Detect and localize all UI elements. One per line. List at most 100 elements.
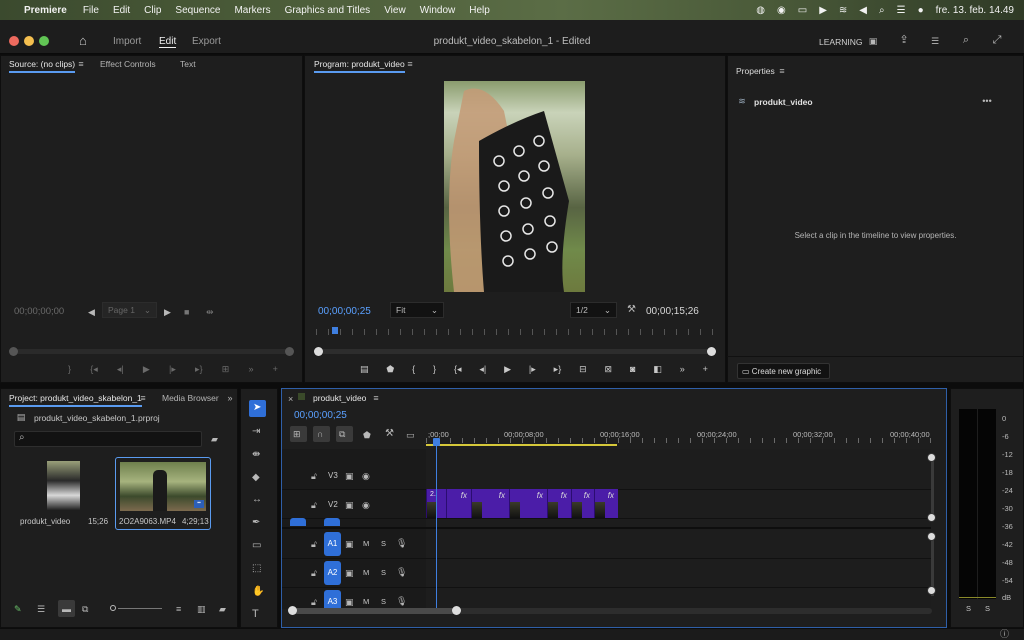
solo-right-button[interactable]: S	[985, 604, 990, 613]
zoom-select[interactable]: Fit ⌄	[390, 302, 444, 318]
track-target-a2[interactable]: A2	[324, 561, 341, 585]
spotlight-icon[interactable]: ⌕	[879, 5, 885, 16]
info-icon[interactable]: ⓘ	[1000, 629, 1009, 639]
tab-program[interactable]: Program: produkt_video	[314, 59, 405, 73]
camera-icon[interactable]: ◙	[630, 364, 635, 374]
mute-button[interactable]: M	[363, 597, 369, 606]
source-menu-icon[interactable]: ≡	[77, 59, 85, 69]
tab-project[interactable]: Project: produkt_video_skabelon_1	[9, 393, 142, 407]
freeform-view-icon[interactable]: ⧉	[82, 604, 88, 614]
mute-button[interactable]: M	[363, 568, 369, 577]
scroll-handle[interactable]	[927, 513, 936, 522]
menu-help[interactable]: Help	[469, 5, 490, 16]
project-search-input[interactable]	[14, 431, 202, 447]
program-menu-icon[interactable]: ≡	[406, 59, 414, 69]
project-thumb-mp4[interactable]: ▪▪	[120, 462, 206, 511]
source-scrub-start[interactable]	[9, 347, 18, 356]
source-patch-v1[interactable]	[290, 518, 306, 526]
solo-button[interactable]: S	[381, 568, 386, 577]
creative-cloud-icon[interactable]: ◍	[756, 5, 765, 16]
mark-out-icon[interactable]: }	[433, 364, 436, 374]
list-view-icon[interactable]: ☰	[37, 604, 45, 614]
timeline-clip[interactable]: fx	[594, 489, 618, 518]
new-folder-icon[interactable]: ▰	[219, 604, 226, 614]
work-area-bar[interactable]	[426, 444, 617, 446]
insert-icon[interactable]: ⊞	[222, 364, 230, 374]
volume-icon[interactable]: ◀	[859, 5, 867, 16]
source-timecode[interactable]: 00;00;00;00	[14, 306, 64, 317]
track-target-a3[interactable]: A3	[324, 590, 341, 609]
menu-window[interactable]: Window	[420, 5, 456, 16]
project-menu-icon[interactable]: ≡	[139, 393, 147, 403]
eye-icon[interactable]: ◉	[362, 471, 370, 481]
step-forward-icon[interactable]: |▸	[169, 364, 176, 374]
pencil-icon[interactable]: ✎	[14, 604, 22, 614]
fullscreen-icon[interactable]: ⤢	[991, 35, 1003, 46]
wifi-icon[interactable]: ≋	[839, 5, 847, 16]
export-frame-icon[interactable]: ▤	[360, 364, 369, 374]
solo-button[interactable]: S	[381, 597, 386, 606]
battery-icon[interactable]: ▭	[798, 5, 807, 16]
comparison-icon[interactable]: ◧	[653, 364, 662, 374]
solo-button[interactable]: S	[381, 539, 386, 548]
program-timecode[interactable]: 00;00;00;25	[318, 306, 371, 317]
more-panels-icon[interactable]: »	[226, 393, 234, 403]
sync-lock-icon[interactable]: ▣	[345, 539, 354, 549]
microphone-icon[interactable]: 🎙︎	[396, 538, 407, 548]
microphone-icon[interactable]: 🎙︎	[396, 567, 407, 577]
zoom-slider[interactable]	[118, 608, 162, 609]
lock-icon[interactable]: 🔓︎	[311, 500, 317, 510]
project-thumb-produkt-video[interactable]	[47, 461, 80, 510]
timeline-playhead-handle[interactable]	[433, 438, 440, 446]
sync-lock-icon[interactable]: ▣	[345, 471, 354, 481]
timeline-clip[interactable]: fx	[547, 489, 571, 518]
lock-icon[interactable]: 🔓︎	[311, 471, 317, 481]
lift-icon[interactable]: ⊟	[579, 364, 587, 374]
automate-icon[interactable]: ▥	[197, 604, 206, 614]
menu-clip[interactable]: Clip	[144, 5, 161, 16]
snap-button[interactable]: ∩	[313, 426, 330, 442]
scroll-handle[interactable]	[927, 532, 936, 541]
program-scrub-start[interactable]	[314, 347, 323, 356]
project-item-name[interactable]: 2O2A9063.MP4	[119, 517, 176, 526]
play-icon[interactable]: ▶	[143, 364, 150, 374]
source-scrub-end[interactable]	[285, 347, 294, 356]
razor-icon[interactable]: ◆	[252, 473, 260, 483]
tab-text[interactable]: Text	[180, 59, 196, 69]
rectangle-icon[interactable]: ▭	[252, 541, 261, 551]
add-button-icon[interactable]: +	[703, 364, 708, 374]
captions-icon[interactable]: ▭	[406, 430, 415, 440]
program-video-frame[interactable]	[444, 81, 585, 292]
tab-media-browser[interactable]: Media Browser	[162, 393, 219, 403]
sort-icon[interactable]: ≡	[176, 604, 181, 614]
create-new-graphic-button[interactable]: ▭ Create new graphic	[737, 363, 830, 379]
timeline-scroll-thumb[interactable]	[292, 608, 456, 614]
zoom-slider-handle[interactable]	[110, 605, 116, 611]
step-back-icon[interactable]: ◂|	[117, 364, 124, 374]
workspaces-icon[interactable]: ☰	[929, 36, 941, 46]
timeline-settings-icon[interactable]: ⚒	[385, 429, 394, 439]
more-icon[interactable]: »	[248, 364, 253, 374]
selection-tool-button[interactable]: ➤	[249, 400, 266, 417]
track-select-icon[interactable]: ⇥	[252, 427, 260, 437]
scroll-handle[interactable]	[288, 606, 297, 615]
mark-in-icon[interactable]: {	[412, 364, 415, 374]
program-scrubber[interactable]	[318, 349, 711, 354]
resolution-select[interactable]: 1/2 ⌄	[570, 302, 617, 318]
mute-button[interactable]: M	[363, 539, 369, 548]
track-label-v3[interactable]: V3	[328, 471, 338, 480]
fit-icon[interactable]: ⇹	[206, 307, 214, 317]
sync-lock-icon[interactable]: ▣	[345, 500, 354, 510]
type-box-icon[interactable]: ⬚	[252, 564, 261, 574]
mark-out-icon[interactable]: }	[68, 364, 71, 374]
lock-icon[interactable]: 🔓︎	[311, 539, 317, 549]
screen-record-icon[interactable]: ◉	[777, 5, 786, 16]
more-icon[interactable]: »	[680, 364, 685, 374]
tab-effect-controls[interactable]: Effect Controls	[100, 59, 156, 69]
solo-left-button[interactable]: S	[966, 604, 971, 613]
marker-icon[interactable]: ⬟	[386, 364, 394, 374]
type-icon[interactable]: T	[252, 609, 259, 620]
app-menu[interactable]: Premiere	[24, 5, 67, 16]
more-options-icon[interactable]: •••	[980, 96, 994, 106]
timeline-ruler[interactable]	[426, 426, 931, 446]
